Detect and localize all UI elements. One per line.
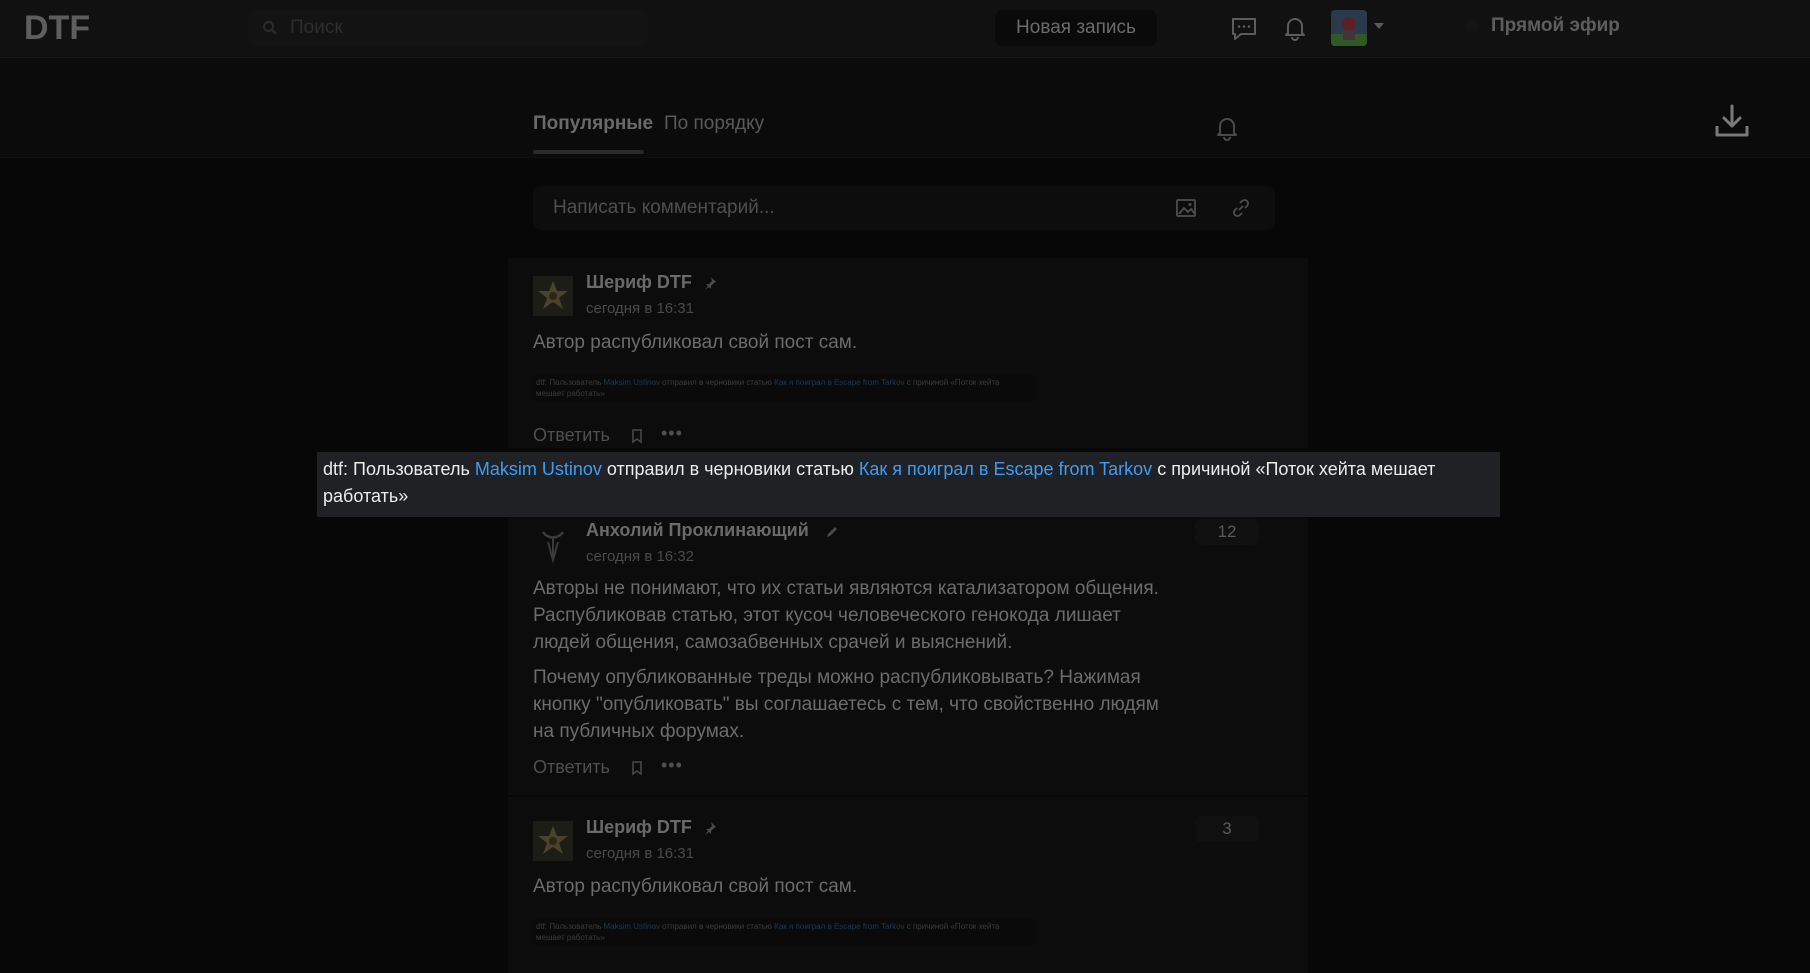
pin-icon <box>705 277 716 290</box>
comment-screenshot[interactable]: dtf: Пользователь Maksim Ustinov отправи… <box>533 918 1033 946</box>
more-icon[interactable]: ••• <box>661 423 683 444</box>
messages-icon[interactable] <box>1230 14 1258 42</box>
pin-icon <box>705 822 716 835</box>
comment-actions: Ответить ••• <box>533 423 682 446</box>
bookmark-icon[interactable] <box>630 760 644 776</box>
comment-author[interactable]: Шериф DTF <box>586 272 692 293</box>
comment-author[interactable]: Анхолий Проклинающий <box>586 520 809 541</box>
avatar[interactable] <box>533 821 573 861</box>
user-avatar[interactable] <box>1331 10 1367 46</box>
thumb-mid: отправил в черновики статью <box>659 922 775 931</box>
comment-date[interactable]: сегодня в 16:31 <box>586 845 694 862</box>
search-icon <box>263 21 277 35</box>
active-tab-indicator <box>533 150 644 154</box>
comment-text: Автор распубликовал свой пост сам. <box>533 332 858 353</box>
avatar[interactable] <box>533 276 573 316</box>
search-placeholder: Поиск <box>290 17 343 38</box>
more-icon[interactable]: ••• <box>661 755 683 776</box>
comment-date[interactable]: сегодня в 16:32 <box>586 548 694 565</box>
comment-paragraph: Авторы не понимают, что их статьи являют… <box>533 578 1159 653</box>
thumb-article-link: Как я поиграл в Escape from Tarkov <box>774 378 905 387</box>
download-icon[interactable] <box>1713 102 1751 140</box>
comment-date[interactable]: сегодня в 16:31 <box>586 300 694 317</box>
comment-actions: Ответить ••• <box>533 755 682 778</box>
thumb-mid: отправил в черновики статью <box>659 378 775 387</box>
vote-count[interactable]: 3 <box>1195 816 1259 842</box>
subscribe-bell-icon[interactable] <box>1213 114 1241 142</box>
tooltip-mid: отправил в черновики статью <box>601 459 859 479</box>
thumb-article-link: Как я поиграл в Escape from Tarkov <box>774 922 905 931</box>
thumb-user-link: Maksim Ustinov <box>603 922 660 931</box>
tooltip-article-link[interactable]: Как я поиграл в Escape from Tarkov <box>859 459 1152 479</box>
composer-placeholder: Написать комментарий... <box>553 197 775 218</box>
pencil-icon <box>827 527 837 537</box>
comment-composer[interactable]: Написать комментарий... <box>533 186 1275 230</box>
comment-text: Автор распубликовал свой пост сам. <box>533 876 858 897</box>
reply-button[interactable]: Ответить <box>533 425 610 445</box>
new-post-button[interactable]: Новая запись <box>995 10 1157 46</box>
quake-logo-icon <box>533 524 573 564</box>
comments-header <box>0 58 1810 158</box>
dtf-logo[interactable]: DTF <box>24 9 90 48</box>
link-icon[interactable] <box>1230 197 1252 219</box>
tab-chronological[interactable]: По порядку <box>664 113 764 135</box>
avatar[interactable] <box>533 524 573 564</box>
thumb-prefix: dtf: Пользователь <box>536 378 604 387</box>
thumb-prefix: dtf: Пользователь <box>536 922 604 931</box>
bell-icon[interactable] <box>1281 14 1309 42</box>
tooltip-prefix: dtf: Пользователь <box>323 459 475 479</box>
reply-button[interactable]: Ответить <box>533 757 610 777</box>
live-indicator <box>1466 20 1478 32</box>
chevron-down-icon[interactable] <box>1374 23 1384 29</box>
sheriff-star-icon <box>533 821 573 861</box>
bookmark-icon[interactable] <box>630 428 644 444</box>
comment-screenshot[interactable]: dtf: Пользователь Maksim Ustinov отправи… <box>533 374 1033 402</box>
sheriff-star-icon <box>533 276 573 316</box>
comment-paragraph: Почему опубликованные треды можно распуб… <box>533 667 1159 742</box>
search-input[interactable]: Поиск <box>248 10 648 46</box>
top-bar: DTF Поиск Новая запись Прямой эфир <box>0 0 1810 58</box>
thumb-user-link: Maksim Ustinov <box>603 378 660 387</box>
live-link[interactable]: Прямой эфир <box>1491 15 1620 37</box>
tooltip-user-link[interactable]: Maksim Ustinov <box>475 459 602 479</box>
avatar-image <box>1331 10 1367 46</box>
image-icon[interactable] <box>1175 197 1197 219</box>
screenshot-tooltip: dtf: Пользователь Maksim Ustinov отправи… <box>317 452 1500 517</box>
tab-popular[interactable]: Популярные <box>533 113 653 135</box>
vote-count[interactable]: 12 <box>1195 519 1259 545</box>
comment-author[interactable]: Шериф DTF <box>586 817 692 838</box>
